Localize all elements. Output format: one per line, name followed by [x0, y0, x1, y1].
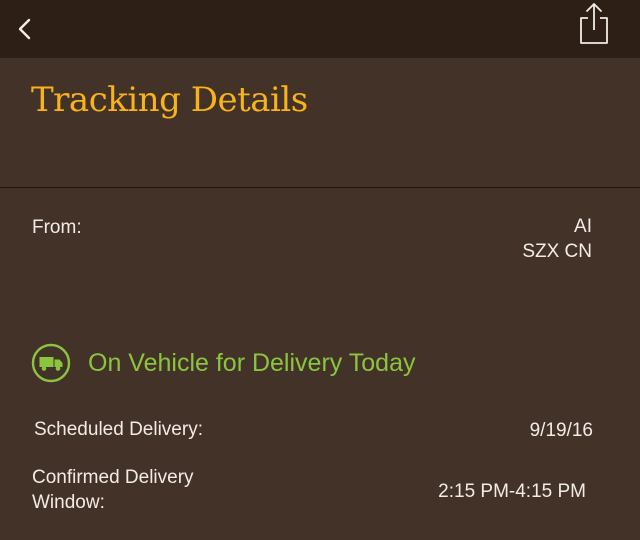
- share-button[interactable]: [574, 0, 614, 48]
- delivery-window-label: Confirmed Delivery Window:: [32, 465, 194, 515]
- top-navigation-bar: [0, 0, 640, 58]
- page-title: Tracking Details: [31, 80, 308, 120]
- from-label: From:: [32, 217, 82, 238]
- section-divider: [0, 187, 640, 188]
- from-origin-name: AI: [574, 216, 592, 237]
- share-icon: [580, 3, 608, 44]
- delivery-status: On Vehicle for Delivery Today: [31, 340, 415, 386]
- from-origin-location: SZX CN: [522, 241, 592, 262]
- from-value: AI SZX CN: [522, 214, 592, 264]
- delivery-window-label-line1: Confirmed Delivery: [32, 467, 194, 488]
- scheduled-delivery-label: Scheduled Delivery:: [34, 419, 203, 440]
- delivery-window-label-line2: Window:: [32, 492, 105, 513]
- status-text: On Vehicle for Delivery Today: [88, 348, 416, 377]
- back-button[interactable]: [10, 14, 40, 44]
- scheduled-delivery-value: 9/19/16: [529, 420, 593, 441]
- delivery-window-value: 2:15 PM-4:15 PM: [438, 481, 586, 502]
- chevron-left-icon: [18, 18, 31, 40]
- truck-icon: [31, 343, 71, 383]
